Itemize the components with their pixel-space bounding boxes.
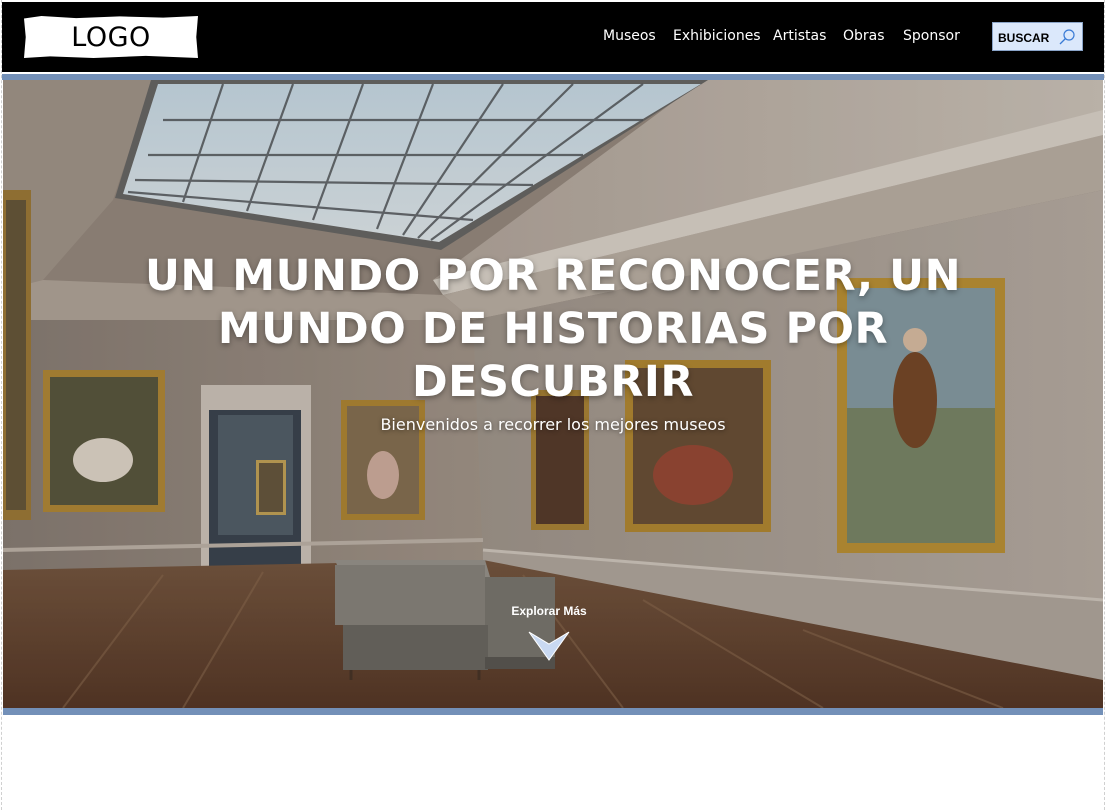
page-frame-left — [1, 0, 2, 810]
main-nav: Museos Exhibiciones Artistas Obras Spons… — [2, 2, 1104, 72]
hero-subtitle: Bienvenidos a recorrer los mejores museo… — [380, 415, 726, 434]
accent-bar-bottom — [3, 708, 1103, 715]
nav-item-exhibiciones[interactable]: Exhibiciones — [673, 28, 761, 44]
chevron-down-icon[interactable] — [528, 630, 570, 662]
site-header: LOGO Museos Exhibiciones Artistas Obras … — [2, 2, 1104, 72]
search-icon — [1059, 29, 1075, 45]
page-frame-right — [1104, 0, 1105, 810]
hero-title: UN MUNDO POR RECONOCER, UN MUNDO DE HIST… — [144, 251, 962, 407]
nav-item-artistas[interactable]: Artistas — [773, 28, 826, 44]
accent-bar-top — [2, 72, 1104, 80]
search-button[interactable]: BUSCAR — [992, 22, 1083, 51]
explore-more-link[interactable]: Explorar Más — [3, 604, 1095, 618]
search-label: BUSCAR — [998, 31, 1050, 45]
nav-item-obras[interactable]: Obras — [843, 28, 885, 44]
nav-item-museos[interactable]: Museos — [603, 28, 656, 44]
hero-banner: UN MUNDO POR RECONOCER, UN MUNDO DE HIST… — [3, 80, 1103, 708]
nav-item-sponsor[interactable]: Sponsor — [903, 28, 960, 44]
